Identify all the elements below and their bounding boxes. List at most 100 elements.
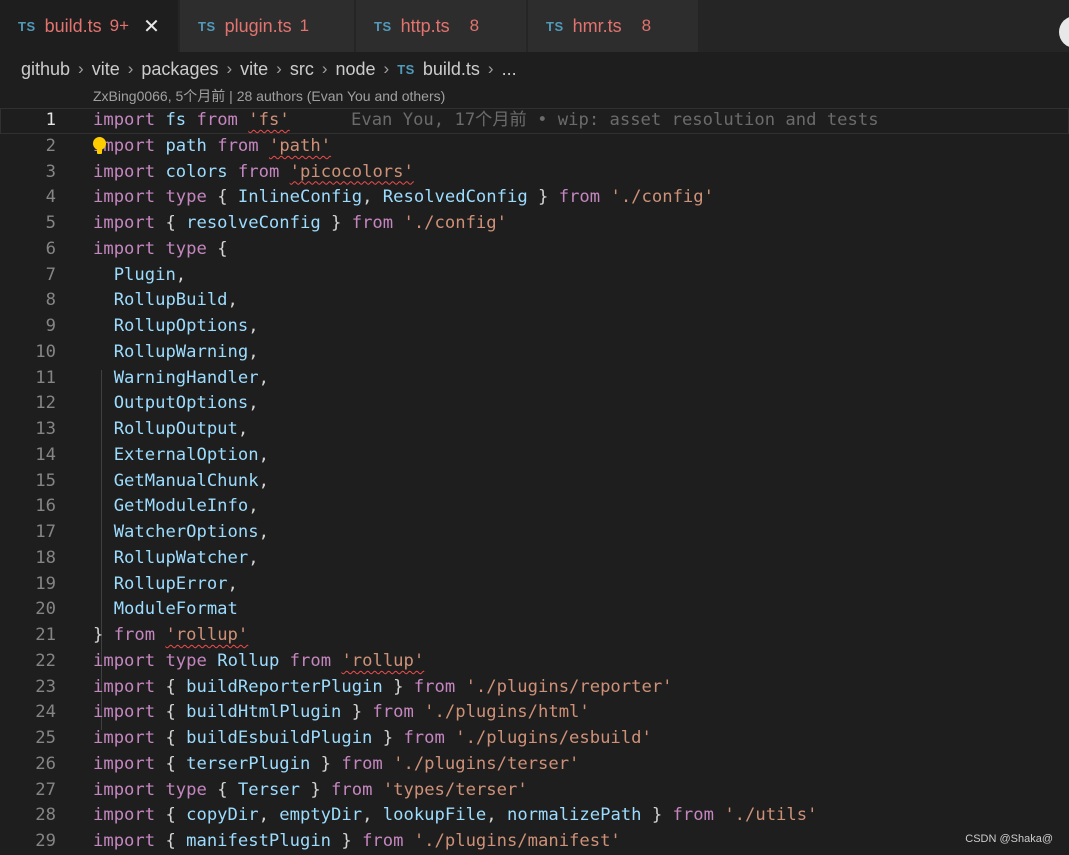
code-token: normalizePath [506, 805, 642, 826]
code-line[interactable]: 14 ExternalOption, [0, 443, 1069, 469]
code-text[interactable]: ModuleFormat [93, 597, 238, 623]
code-text[interactable]: import type { Terser } from 'types/terse… [93, 778, 528, 804]
code-line[interactable]: 9 RollupOptions, [0, 314, 1069, 340]
code-text[interactable]: OutputOptions, [93, 391, 259, 417]
line-number: 15 [35, 470, 56, 491]
code-line[interactable]: 20 ModuleFormat [0, 597, 1069, 623]
code-line[interactable]: 4 import type { InlineConfig, ResolvedCon… [0, 185, 1069, 211]
code-text[interactable]: import type { InlineConfig, ResolvedConf… [93, 185, 714, 211]
code-line[interactable]: 5 import { resolveConfig } from './config… [0, 211, 1069, 237]
code-line[interactable]: 3 import colors from 'picocolors' [0, 160, 1069, 186]
breadcrumb-item-symbols[interactable]: ... [502, 59, 517, 80]
code-token: { [206, 238, 228, 259]
code-line[interactable]: 26 import { terserPlugin } from './plugin… [0, 752, 1069, 778]
line-number: 26 [35, 753, 56, 774]
code-token: ModuleFormat [113, 599, 238, 620]
lightbulb-icon[interactable] [93, 136, 106, 154]
code-text[interactable]: RollupOptions, [93, 314, 259, 340]
code-line[interactable]: 11 WarningHandler, [0, 366, 1069, 392]
code-line[interactable]: 8 RollupBuild, [0, 288, 1069, 314]
code-line[interactable]: 12 OutputOptions, [0, 391, 1069, 417]
code-line[interactable]: 16 GetModuleInfo, [0, 494, 1069, 520]
code-token: } [382, 676, 414, 697]
code-token: lookupFile [382, 805, 487, 826]
code-editor[interactable]: 1 import fs from 'fs' Evan You, 17个月前 • wi… [0, 108, 1069, 855]
code-text[interactable]: import path from 'path' [93, 134, 331, 160]
line-number: 16 [35, 496, 56, 517]
code-text[interactable]: import { buildReporterPlugin } from './p… [93, 675, 673, 701]
close-icon[interactable]: ✕ [143, 14, 160, 39]
code-token: type [165, 650, 207, 671]
code-line[interactable]: 28 import { copyDir, emptyDir, lookupFile… [0, 803, 1069, 829]
code-line[interactable]: 17 WatcherOptions, [0, 520, 1069, 546]
code-text[interactable]: WatcherOptions, [93, 520, 269, 546]
code-text[interactable]: import { manifestPlugin } from './plugin… [93, 829, 621, 855]
code-text[interactable]: import type { [93, 237, 228, 263]
code-line[interactable]: 24 import { buildHtmlPlugin } from './plu… [0, 700, 1069, 726]
code-text[interactable]: import { buildEsbuildPlugin } from './pl… [93, 726, 652, 752]
code-text[interactable]: RollupBuild, [93, 288, 238, 314]
code-text[interactable]: RollupWarning, [93, 340, 259, 366]
code-token: import [93, 110, 156, 130]
code-line[interactable]: 7 Plugin, [0, 263, 1069, 289]
tab-http-ts[interactable]: TS http.ts 8 [356, 0, 526, 52]
code-text[interactable]: RollupError, [93, 572, 238, 598]
breadcrumb-item-file[interactable]: build.ts [423, 59, 480, 80]
code-line[interactable]: 1 import fs from 'fs' Evan You, 17个月前 • wi… [0, 108, 1069, 134]
code-text[interactable]: import { resolveConfig } from './config' [93, 211, 507, 237]
line-number: 29 [35, 831, 56, 851]
code-text[interactable]: RollupWatcher, [93, 546, 259, 572]
tab-build-ts[interactable]: TS build.ts 9+ ✕ [0, 0, 178, 52]
code-line[interactable]: 18 RollupWatcher, [0, 546, 1069, 572]
code-token: from [341, 753, 383, 774]
code-token: './config' [403, 213, 507, 233]
code-text[interactable]: WarningHandler, [93, 366, 269, 392]
code-text[interactable]: import { terserPlugin } from './plugins/… [93, 752, 579, 778]
code-token: } [341, 702, 373, 723]
code-text[interactable]: import colors from 'picocolors' [93, 160, 414, 186]
code-token: , [258, 805, 280, 826]
code-text[interactable]: } from 'rollup' [93, 623, 248, 649]
code-line[interactable]: 19 RollupError, [0, 572, 1069, 598]
code-token: , [248, 547, 259, 568]
breadcrumb-item-src[interactable]: src [290, 59, 314, 80]
code-text[interactable]: import fs from 'fs' [93, 108, 290, 134]
tab-hmr-ts[interactable]: TS hmr.ts 8 [528, 0, 698, 52]
code-text[interactable]: ExternalOption, [93, 443, 269, 469]
breadcrumb-item-vite[interactable]: vite [240, 59, 268, 80]
code-line[interactable]: 6 import type { [0, 237, 1069, 263]
breadcrumb-item-packages[interactable]: packages [141, 59, 218, 80]
code-token: from [289, 650, 332, 671]
git-blame-codelens[interactable]: ZxBing0066, 5个月前 | 28 authors (Evan You … [93, 86, 445, 106]
code-text[interactable]: import type Rollup from 'rollup' [93, 649, 424, 675]
code-line[interactable]: 2 import path from 'path' [0, 134, 1069, 160]
code-token: } [331, 831, 363, 851]
code-token: path [165, 135, 207, 156]
code-line[interactable]: 22 import type Rollup from 'rollup' [0, 649, 1069, 675]
code-text[interactable]: import { copyDir, emptyDir, lookupFile, … [93, 803, 817, 829]
code-line[interactable]: 23 import { buildReporterPlugin } from '.… [0, 675, 1069, 701]
code-line[interactable]: 10 RollupWarning, [0, 340, 1069, 366]
code-text[interactable]: import { buildHtmlPlugin } from './plugi… [93, 700, 590, 726]
avatar[interactable] [1059, 16, 1069, 48]
code-line[interactable]: 15 GetManualChunk, [0, 469, 1069, 495]
code-line[interactable]: 27 import type { Terser } from 'types/ter… [0, 778, 1069, 804]
code-line[interactable]: 25 import { buildEsbuildPlugin } from './… [0, 726, 1069, 752]
code-token: from [217, 135, 259, 156]
code-token: { [155, 805, 187, 826]
breadcrumb-item-vite[interactable]: vite [92, 59, 120, 80]
code-text[interactable]: Plugin, [93, 263, 186, 289]
code-text[interactable]: GetModuleInfo, [93, 494, 259, 520]
code-line[interactable]: 13 RollupOutput, [0, 417, 1069, 443]
code-line[interactable]: 29 import { manifestPlugin } from './plug… [0, 829, 1069, 855]
code-text[interactable]: GetManualChunk, [93, 469, 269, 495]
breadcrumb-item-node[interactable]: node [336, 59, 376, 80]
tab-plugin-ts[interactable]: TS plugin.ts 1 [180, 0, 354, 52]
breadcrumb-item-github[interactable]: github [21, 59, 70, 80]
code-text[interactable]: RollupOutput, [93, 417, 249, 443]
code-line[interactable]: 21} from 'rollup' [0, 623, 1069, 649]
breadcrumb: github › vite › packages › vite › src › … [21, 55, 517, 83]
